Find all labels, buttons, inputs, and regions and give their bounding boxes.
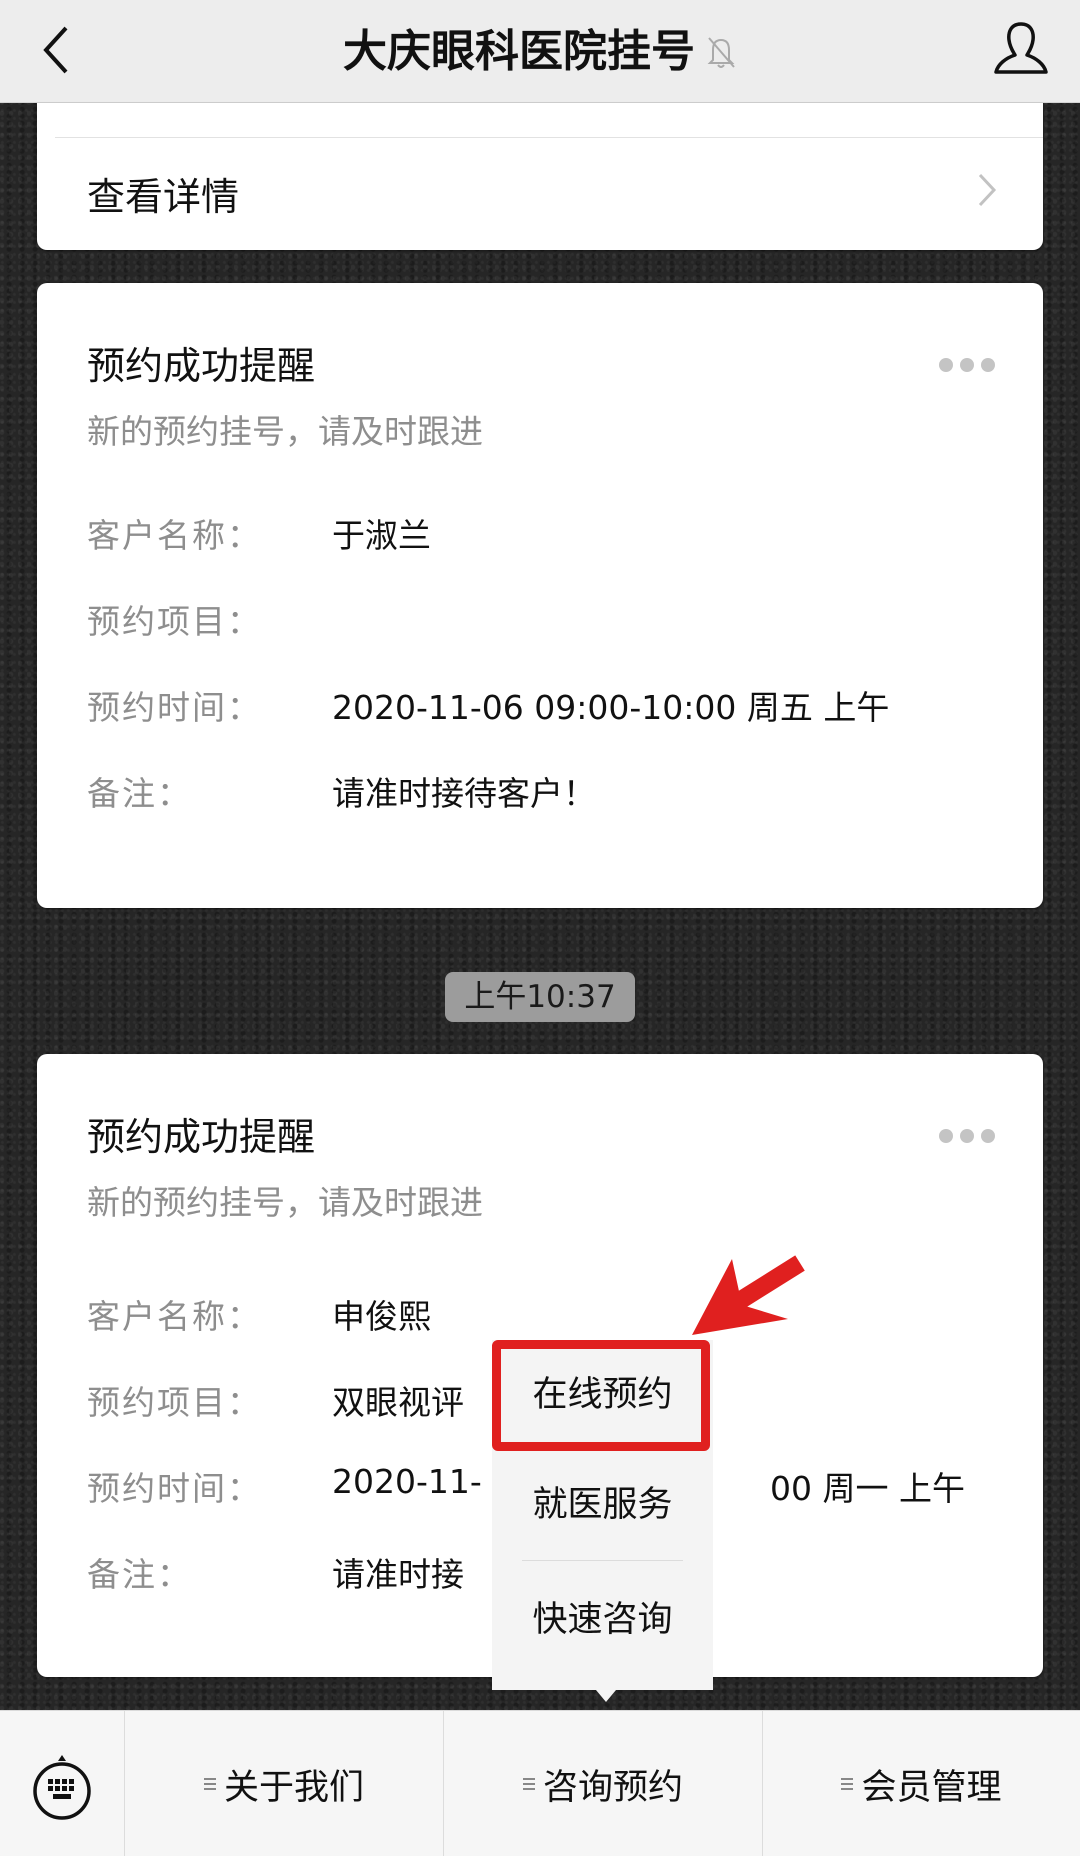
field-value: 请准时接待客户！ [332,774,596,813]
field-label: 客户名称： [87,1297,262,1336]
field-value: 于淑兰 [332,516,431,555]
field-appointment-time: 预约时间： 2020-11-06 09:00-10:00 周五 上午 [87,681,1013,731]
field-value: 2020-11- [332,1462,482,1501]
field-label: 备注： [87,1555,192,1594]
dot-icon [981,1129,995,1143]
field-value: 2020-11-06 09:00-10:00 周五 上午 [332,688,890,727]
popup-pointer [596,1690,616,1702]
field-value-tail: 00 周一 上午 [770,1469,965,1508]
field-label: 预约项目： [87,602,262,641]
menu-tab-member-management[interactable]: 会员管理 [763,1711,1080,1856]
dot-icon [939,358,953,372]
menu-lines-icon [522,1775,535,1793]
more-options-button[interactable] [939,355,995,375]
field-customer-name: 客户名称： 于淑兰 [87,509,1013,559]
menu-lines-icon [841,1775,854,1793]
menu-item-online-booking[interactable]: 在线预约 [492,1340,713,1450]
field-value: 请准时接 [332,1555,464,1594]
field-label: 预约时间： [87,1469,262,1508]
previous-message-card: 查看详情 [37,103,1043,250]
person-icon [994,22,1048,74]
dot-icon [939,1129,953,1143]
field-appointment-item: 预约项目： [87,595,1013,645]
field-label: 客户名称： [87,516,262,555]
keyboard-icon [33,1755,91,1820]
field-value: 申俊熙 [332,1297,431,1336]
menu-tab-consult-booking[interactable]: 咨询预约 [444,1711,763,1856]
field-label: 预约时间： [87,688,262,727]
field-label: 预约项目： [87,1383,262,1422]
dot-icon [960,1129,974,1143]
chat-info-button[interactable] [992,20,1050,80]
dot-icon [981,358,995,372]
nav-header: 大庆眼科医院挂号 [0,0,1080,103]
timestamp-badge: 上午10:37 [445,972,635,1022]
card-title: 预约成功提醒 [87,1115,316,1159]
page-title: 大庆眼科医院挂号 [343,26,695,77]
divider [522,1560,683,1561]
menu-lines-icon [203,1775,216,1793]
field-note: 备注： 请准时接待客户！ [87,767,1013,817]
menu-tab-label: 咨询预约 [542,1767,683,1808]
field-value: 双眼视评 [332,1383,464,1422]
chevron-right-icon [978,173,997,207]
dot-icon [960,358,974,372]
menu-item-medical-service[interactable]: 就医服务 [492,1450,713,1560]
card-title: 预约成功提醒 [87,344,316,388]
field-customer-name: 客户名称： 申俊熙 [87,1290,1013,1340]
view-details-label: 查看详情 [87,175,240,219]
menu-tab-label: 关于我们 [223,1767,364,1808]
bottom-menu-bar: 关于我们 咨询预约 会员管理 [0,1710,1080,1856]
more-options-button[interactable] [939,1126,995,1146]
bell-muted-icon [707,37,735,68]
view-details-link[interactable]: 查看详情 [37,138,1043,250]
chat-title: 大庆眼科医院挂号 [0,20,1080,82]
message-card[interactable]: 预约成功提醒 新的预约挂号，请及时跟进 客户名称： 于淑兰 预约项目： 预约时间… [37,283,1043,908]
menu-item-quick-consult[interactable]: 快速咨询 [492,1565,713,1675]
card-subtitle: 新的预约挂号，请及时跟进 [87,412,483,451]
submenu-popup: 在线预约 就医服务 快速咨询 [492,1340,713,1702]
card-subtitle: 新的预约挂号，请及时跟进 [87,1183,483,1222]
field-label: 备注： [87,774,192,813]
menu-tab-about-us[interactable]: 关于我们 [125,1711,444,1856]
keyboard-toggle-button[interactable] [0,1711,125,1856]
menu-tab-label: 会员管理 [861,1767,1002,1808]
